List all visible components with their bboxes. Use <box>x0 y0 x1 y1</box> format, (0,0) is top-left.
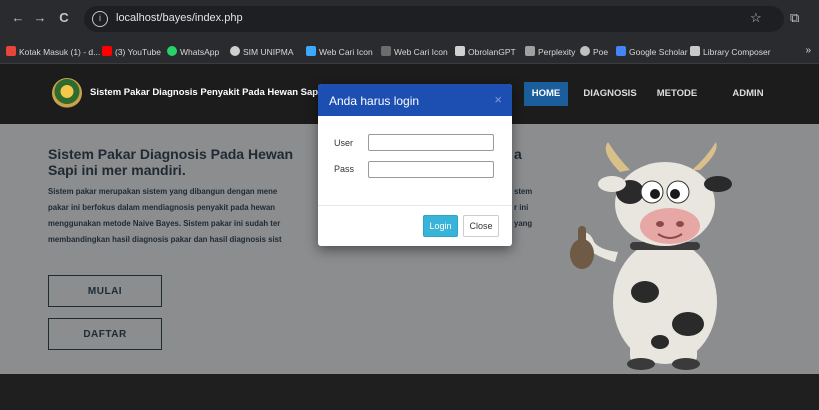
vue-icon <box>306 46 316 56</box>
hero-description-tail: r ini <box>514 203 529 212</box>
bookmark-item[interactable]: WhatsApp <box>167 46 219 60</box>
site-info-icon[interactable]: i <box>92 11 108 27</box>
bookmarks-bar: Kotak Masuk (1) - d... (3) YouTube Whats… <box>0 40 819 64</box>
hero-description-line: menggunakan metode Naive Bayes. Sistem p… <box>48 219 281 228</box>
pass-label: Pass <box>334 164 355 174</box>
register-button[interactable]: DAFTAR <box>48 318 162 350</box>
login-button[interactable]: Login <box>423 215 458 237</box>
modal-close-icon[interactable]: × <box>494 92 502 107</box>
bookmark-item[interactable]: Kotak Masuk (1) - d... <box>6 46 100 60</box>
modal-header: Anda harus login × <box>318 84 512 116</box>
forward-icon[interactable]: → <box>32 10 48 26</box>
url-text: localhost/bayes/index.php <box>116 12 243 24</box>
user-label: User <box>334 138 354 148</box>
web-icon <box>381 46 391 56</box>
youtube-icon <box>102 46 112 56</box>
whatsapp-icon <box>167 46 177 56</box>
hero-title-tail: a <box>514 146 522 162</box>
bookmark-star-icon[interactable]: ☆ <box>750 10 762 26</box>
nav-home[interactable]: HOME <box>524 82 568 106</box>
reload-icon[interactable]: C <box>56 10 72 26</box>
modal-divider <box>318 205 512 206</box>
chat-icon <box>455 46 465 56</box>
site-brand: Sistem Pakar Diagnosis Penyakit Pada Hew… <box>90 87 319 98</box>
perplexity-icon <box>525 46 535 56</box>
bookmark-label: Poe <box>593 47 609 57</box>
bookmark-item[interactable]: (3) YouTube <box>102 46 161 60</box>
nav-metode[interactable]: METODE <box>652 82 702 106</box>
hero-description-tail: stem <box>514 187 533 196</box>
bookmark-label: (3) YouTube <box>115 47 161 57</box>
cow-mascot-illustration <box>570 142 732 370</box>
bookmark-label: Web Cari Icon <box>394 47 448 57</box>
address-bar[interactable]: i localhost/bayes/index.php <box>84 6 784 32</box>
gmail-icon <box>6 46 16 56</box>
sim-unipma-icon <box>230 46 240 56</box>
hero-title: Sistem Pakar Diagnosis Pada Hewan Sapi i… <box>48 146 294 178</box>
nav-diagnosis[interactable]: DIAGNOSIS <box>580 82 640 106</box>
bookmark-label: Kotak Masuk (1) - d... <box>19 47 101 57</box>
hero-description-line: membandingkan hasil diagnosis pakar dan … <box>48 235 282 244</box>
user-input[interactable] <box>368 134 494 151</box>
extensions-icon[interactable]: ⧉ <box>790 10 799 26</box>
bookmark-label: Google Scholar <box>629 47 688 57</box>
poe-icon <box>580 46 590 56</box>
more-bookmarks-icon[interactable]: » <box>805 45 811 56</box>
hero-description-line: pakar ini berfokus dalam mendiagnosis pe… <box>48 203 276 212</box>
start-button[interactable]: MULAI <box>48 275 162 307</box>
library-icon <box>690 46 700 56</box>
back-icon[interactable]: ← <box>10 10 26 26</box>
nav-admin[interactable]: ADMIN <box>726 82 770 106</box>
bookmark-item[interactable]: Google Scholar <box>616 46 688 60</box>
pass-input[interactable] <box>368 161 494 178</box>
hero-description-line: Sistem pakar merupakan sistem yang diban… <box>48 187 278 196</box>
page-footer <box>0 374 819 410</box>
close-button[interactable]: Close <box>463 215 499 237</box>
site-logo <box>52 78 82 108</box>
bookmark-item[interactable]: Web Cari Icon <box>306 46 373 60</box>
bookmark-label: Web Cari Icon <box>319 47 373 57</box>
bookmark-item[interactable]: ObrolanGPT <box>455 46 516 60</box>
modal-title: Anda harus login <box>329 94 420 108</box>
bookmark-label: SIM UNIPMA <box>243 47 294 57</box>
bookmark-label: Perplexity <box>538 47 576 57</box>
bookmark-item[interactable]: Poe <box>580 46 608 60</box>
bookmark-label: WhatsApp <box>180 47 220 57</box>
browser-toolbar: ← → C i localhost/bayes/index.php ☆ ⧉ <box>0 0 819 40</box>
bookmark-item[interactable]: Library Composer <box>690 46 771 60</box>
hero-description-tail: yang <box>514 219 533 228</box>
bookmark-label: Library Composer <box>703 47 771 57</box>
bookmark-label: ObrolanGPT <box>468 47 516 57</box>
google-scholar-icon <box>616 46 626 56</box>
bookmark-item[interactable]: SIM UNIPMA <box>230 46 294 60</box>
login-modal: Anda harus login × User Pass Login Close <box>318 84 512 246</box>
bookmark-item[interactable]: Web Cari Icon <box>381 46 448 60</box>
bookmark-item[interactable]: Perplexity <box>525 46 575 60</box>
